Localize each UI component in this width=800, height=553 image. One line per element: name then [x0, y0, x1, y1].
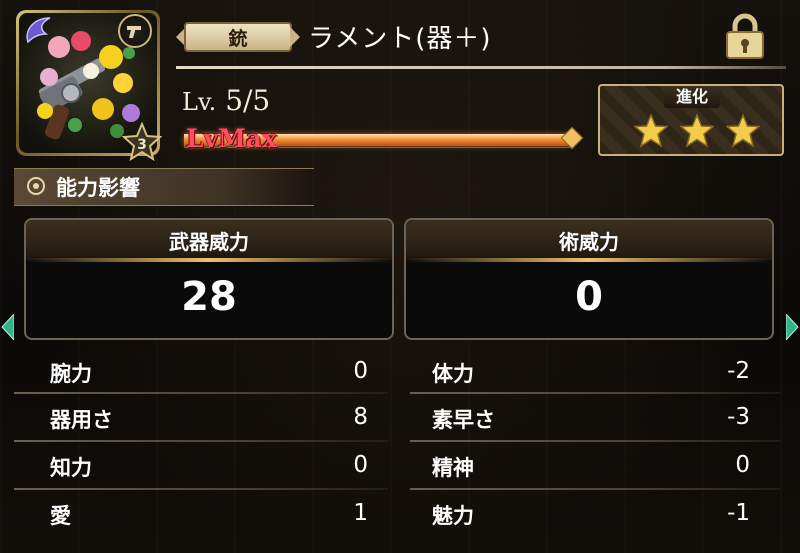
header-divider: [176, 66, 786, 69]
weapon-category-plate: 銃: [176, 20, 300, 54]
attr-label-dexterity: 器用さ: [50, 408, 113, 432]
attr-value-vitality: -2: [727, 358, 750, 384]
rarity-star-icon: 3: [121, 121, 163, 162]
level-value: 5/5: [225, 84, 271, 117]
attr-value-love: 1: [353, 500, 368, 526]
art-power-panel: 術威力 0: [404, 218, 774, 340]
previous-weapon-arrow-icon[interactable]: [0, 312, 15, 342]
level-display: Lv. 5/5: [182, 84, 270, 117]
rarity-value: 3: [137, 137, 147, 153]
weapon-category: 銃: [184, 22, 292, 52]
row-divider: [410, 488, 780, 490]
weapon-power-panel: 武器威力 28: [24, 218, 394, 340]
attr-label-intelligence: 知力: [50, 456, 92, 480]
weapon-name: ラメント(器＋): [308, 24, 492, 54]
row-divider: [410, 440, 780, 442]
next-weapon-arrow-icon[interactable]: [785, 312, 800, 342]
level-label: Lv.: [182, 88, 217, 116]
attr-label-spirit: 精神: [432, 456, 474, 480]
art-power-label: 術威力: [559, 230, 619, 254]
attr-value-spirit: 0: [735, 452, 750, 478]
attr-label-agility: 素早さ: [432, 408, 495, 432]
attr-value-charm: -1: [727, 500, 750, 526]
attr-label-love: 愛: [50, 504, 71, 528]
row-divider: [410, 392, 780, 394]
attr-label-charm: 魅力: [432, 504, 474, 528]
art-power-value: 0: [575, 274, 603, 320]
weapon-power-value: 28: [181, 274, 237, 320]
evolution-star-icon: [633, 113, 669, 148]
attr-value-dexterity: 8: [353, 404, 368, 430]
evolution-star-icon: [679, 113, 715, 148]
row-divider: [14, 392, 388, 394]
frame-ornament-icon: [20, 12, 60, 52]
gear-icon: [26, 176, 46, 196]
attr-label-vitality: 体力: [432, 362, 474, 386]
row-divider: [14, 440, 388, 442]
lock-icon[interactable]: [722, 12, 768, 60]
level-max-label: LvMax: [186, 124, 277, 153]
section-title: 能力影響: [56, 176, 140, 200]
weapon-detail-screen: 3 銃 ラメント(器＋) Lv. 5/5 LvMax 進化 能力影響 武器威力 …: [0, 0, 800, 553]
row-divider: [14, 488, 388, 490]
attr-label-strength: 腕力: [50, 362, 92, 386]
attr-value-agility: -3: [727, 404, 750, 430]
attr-value-strength: 0: [353, 358, 368, 384]
weapon-power-label: 武器威力: [169, 230, 249, 254]
evolution-star-icon: [725, 113, 761, 148]
evolution-label: 進化: [664, 86, 720, 108]
gun-type-icon: [118, 14, 152, 48]
attr-value-intelligence: 0: [353, 452, 368, 478]
